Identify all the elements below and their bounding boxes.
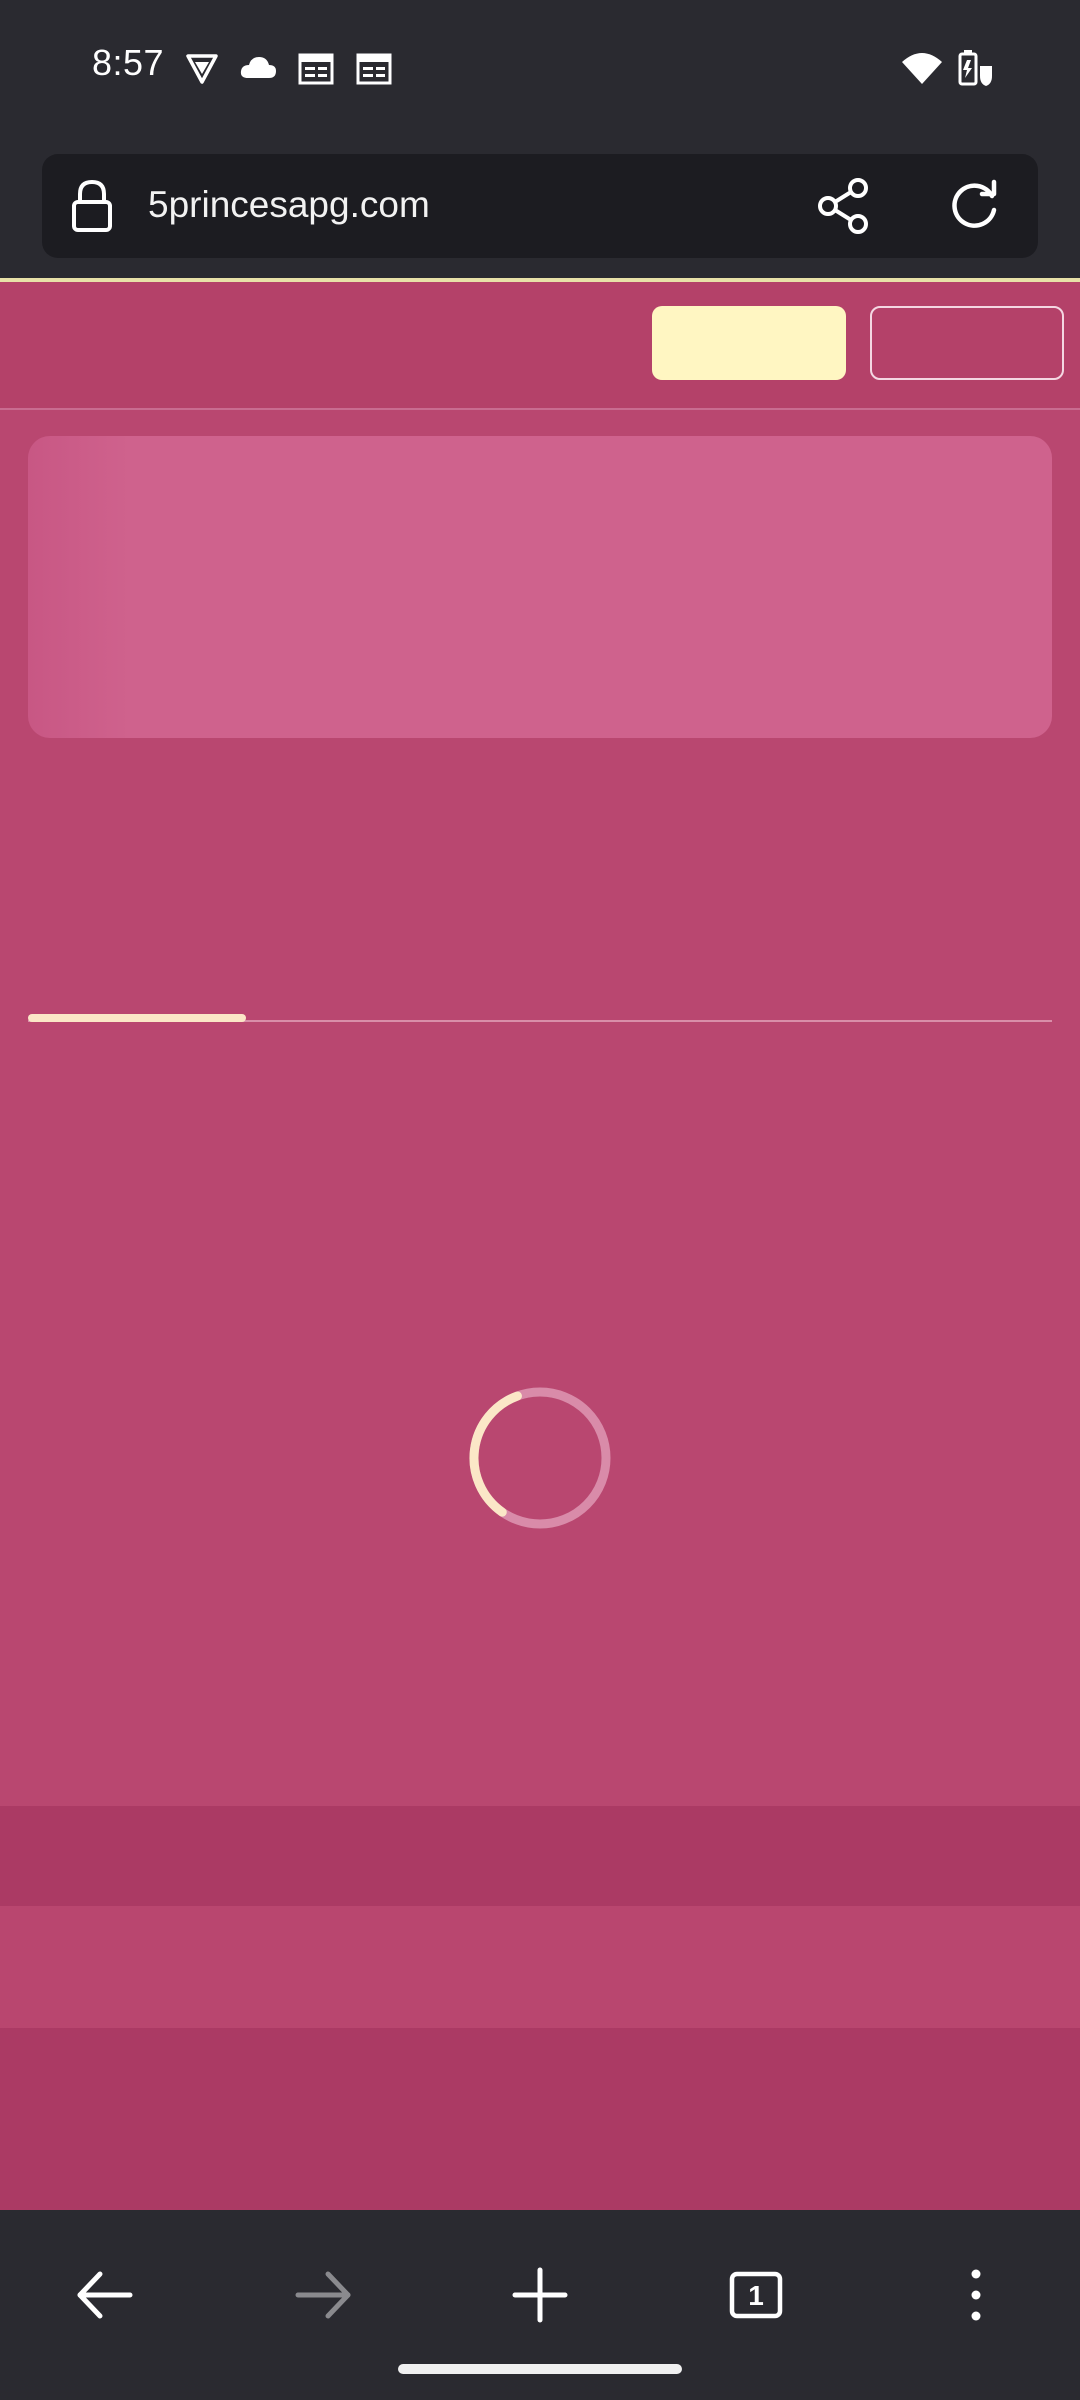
back-arrow-icon[interactable] (54, 2250, 154, 2340)
tab-count: 1 (748, 2280, 764, 2311)
calendar-icon (296, 48, 336, 88)
footer-band (0, 2028, 1080, 2210)
vpn-shield-icon (182, 48, 222, 88)
site-header (0, 282, 1080, 410)
header-primary-button[interactable] (652, 306, 846, 380)
share-icon[interactable] (812, 174, 876, 238)
lock-icon[interactable] (70, 178, 114, 234)
footer-band (0, 1906, 1080, 2028)
plus-icon[interactable] (490, 2250, 590, 2340)
loading-spinner (466, 1384, 614, 1532)
banner-placeholder (28, 436, 1052, 738)
wifi-icon (900, 48, 944, 88)
active-tab-indicator[interactable] (28, 1014, 246, 1022)
forward-arrow-icon[interactable] (274, 2250, 374, 2340)
footer-band (0, 1806, 1080, 1906)
cloud-icon (238, 48, 278, 88)
calendar-icon (354, 48, 394, 88)
url-bar[interactable]: 5princesapg.com (42, 154, 1038, 258)
header-secondary-button[interactable] (870, 306, 1064, 380)
browser-toolbar: 5princesapg.com (0, 140, 1080, 278)
status-time: 8:57 (92, 42, 165, 83)
more-vert-icon[interactable] (926, 2250, 1026, 2340)
status-bar: 8:57 (0, 0, 1080, 140)
battery-saver-icon (954, 48, 994, 88)
home-indicator[interactable] (398, 2364, 682, 2374)
url-text[interactable]: 5princesapg.com (148, 184, 430, 226)
tabs-icon[interactable]: 1 (706, 2250, 806, 2340)
reload-icon[interactable] (942, 174, 1006, 238)
